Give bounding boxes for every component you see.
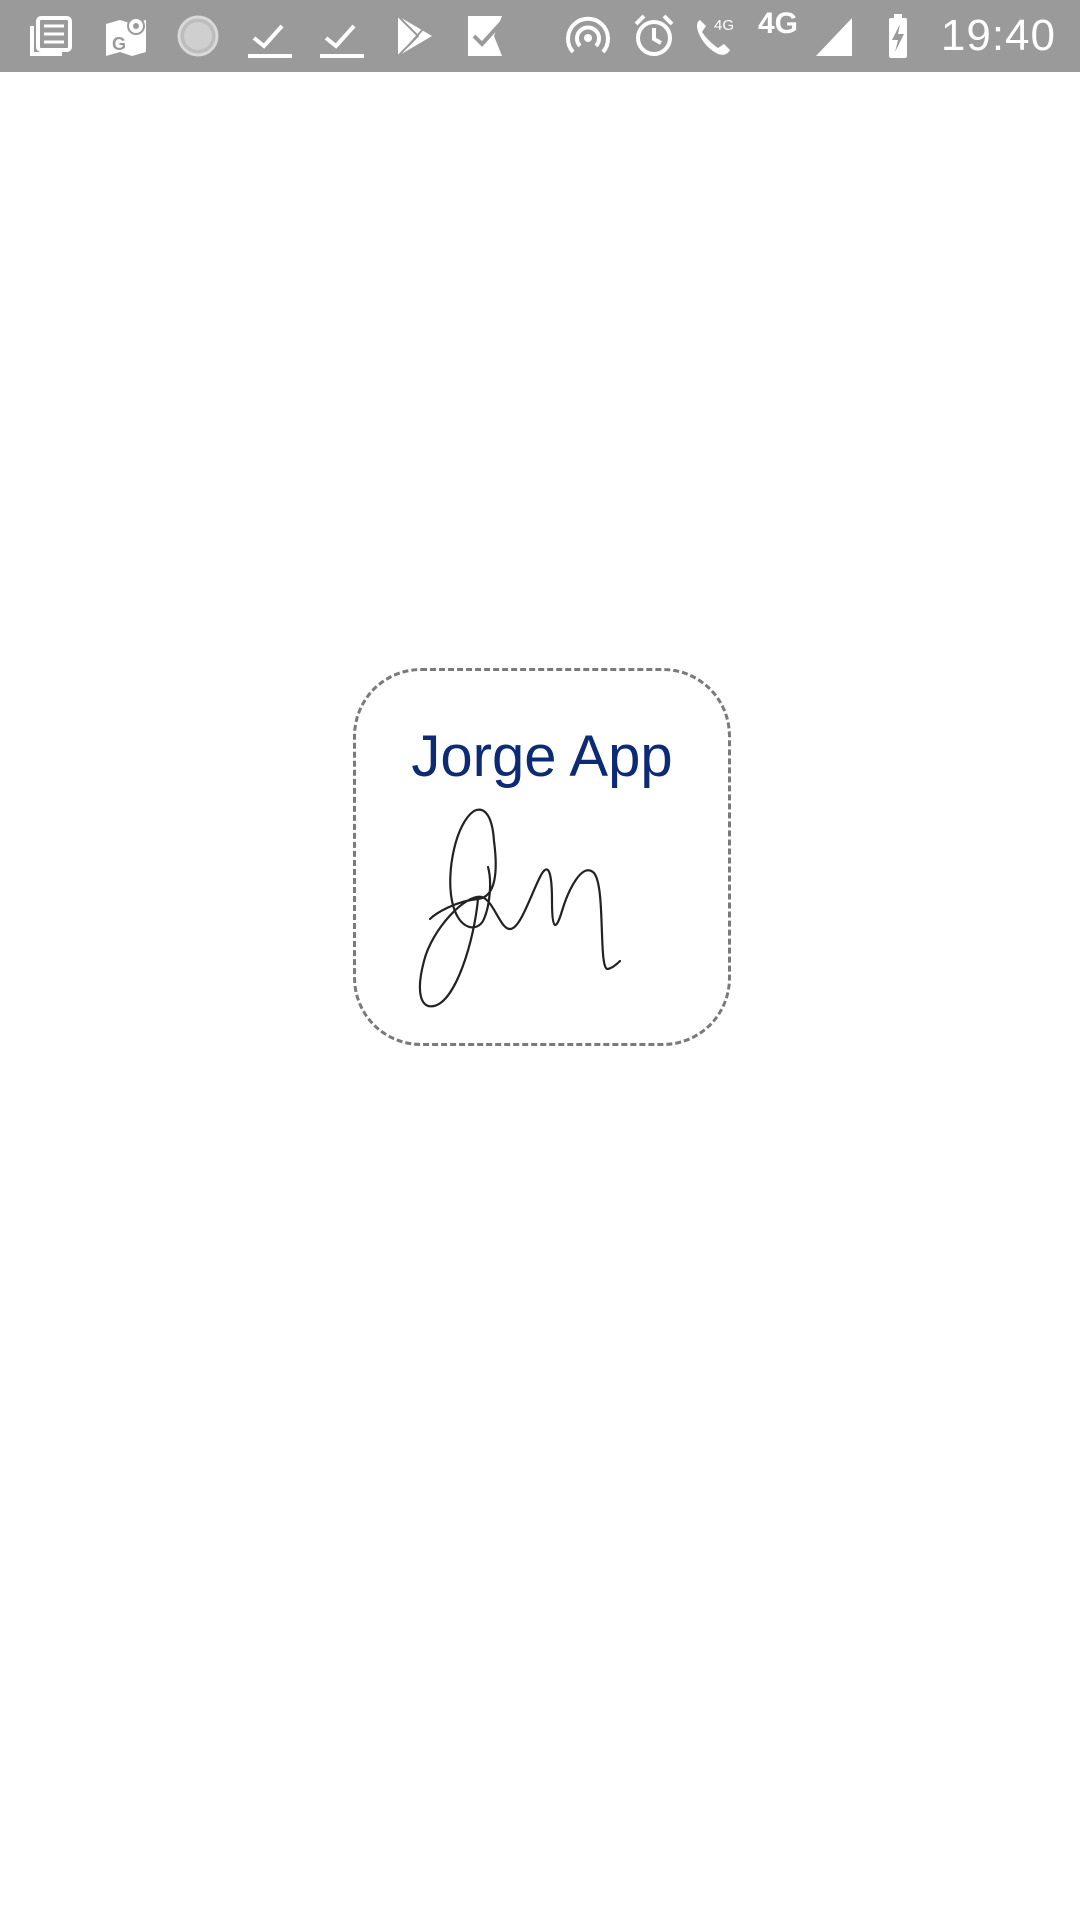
battery-charging-icon: [876, 8, 932, 64]
check-icon: [242, 8, 298, 64]
volte-call-icon: 4G: [686, 8, 742, 64]
status-time: 19:40: [940, 11, 1056, 60]
network-type-label: 4G: [748, 8, 808, 64]
splash-screen: Jorge App: [0, 72, 1080, 1920]
loading-icon: [170, 8, 226, 64]
signature-icon: [418, 808, 622, 1008]
svg-text:4G: 4G: [714, 17, 734, 34]
play-store-icon: [386, 8, 442, 64]
network-type-text: 4G: [757, 7, 799, 40]
hotspot-icon: [560, 8, 616, 64]
check-icon: [314, 8, 370, 64]
news-icon: [24, 8, 80, 64]
signal-icon: [806, 8, 862, 64]
task-check-icon: [458, 8, 514, 64]
svg-text:G: G: [112, 34, 126, 54]
status-bar: G 4G 4G 19:40: [0, 0, 1080, 72]
alarm-icon: [626, 8, 682, 64]
app-logo: Jorge App: [353, 668, 731, 1046]
app-title: Jorge App: [411, 724, 673, 789]
maps-icon: G: [98, 8, 154, 64]
